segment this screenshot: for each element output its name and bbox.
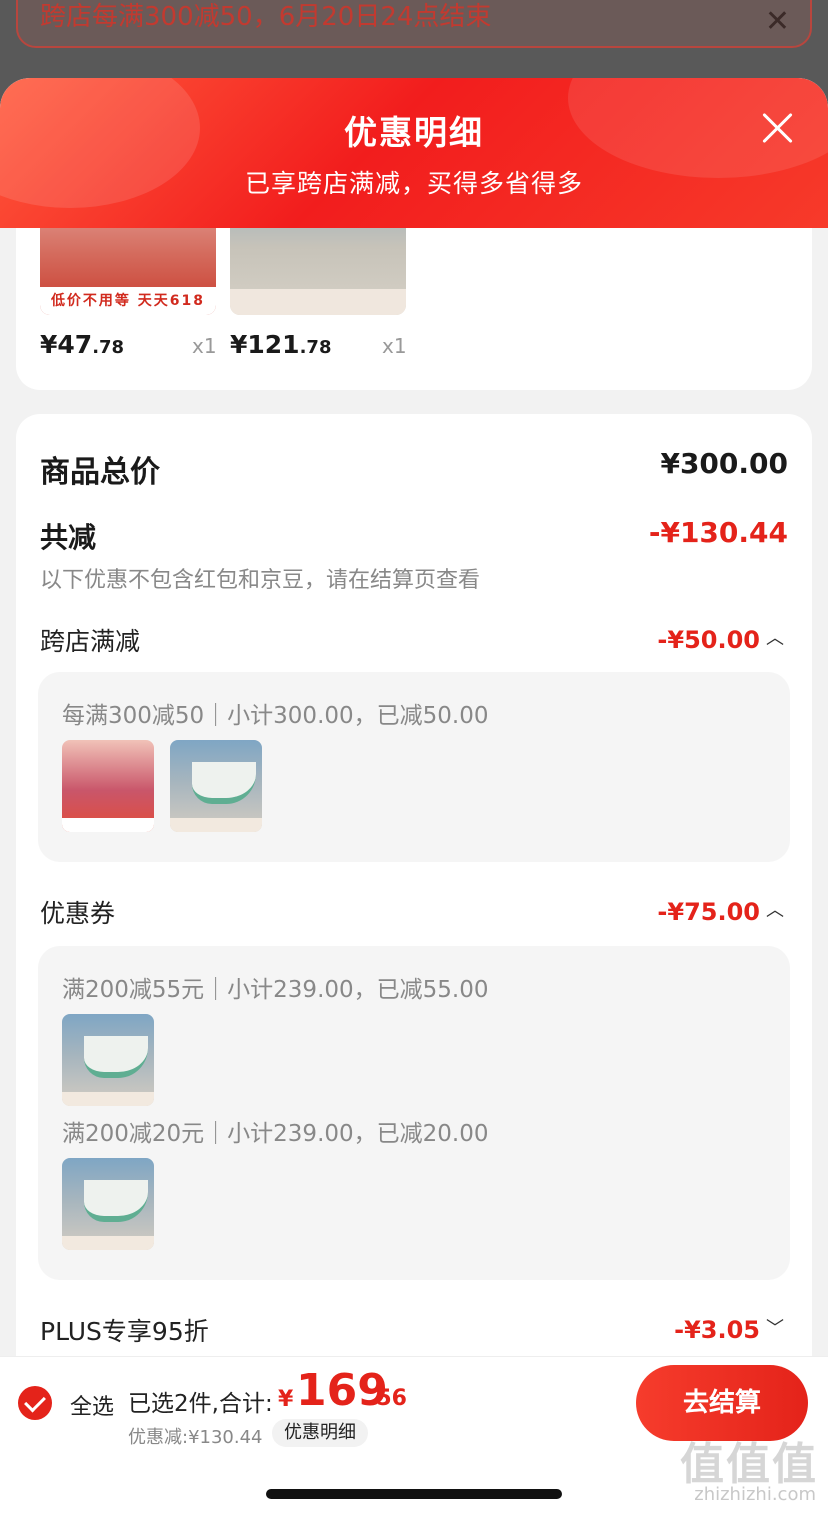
watermark-url: zhizhizhi.com — [694, 1484, 816, 1505]
product-qty-2: x1 — [382, 334, 407, 358]
selected-count-text: 已选2件,合计: — [128, 1391, 273, 1417]
discount-summary-text: 优惠减:¥130.44 — [128, 1427, 263, 1448]
total-amount-decimal: .56 — [368, 1386, 407, 1411]
price-int: ¥47 — [40, 330, 93, 359]
chevron-up-icon: ︿ — [766, 628, 784, 649]
coupon-value: -¥75.00 — [657, 898, 760, 926]
coupon-label: 优惠券 — [40, 899, 116, 928]
discount-detail-sheet: 低价不用等 天天618 ¥47.78 x1 ¥121.78 x1 商品总价 ¥3… — [0, 78, 828, 1514]
coupon-detail-line-1: 满200减55元｜小计239.00，已减55.00 — [62, 977, 489, 1003]
cross-store-toggle[interactable]: -¥50.00 ︿ — [657, 624, 784, 654]
home-indicator — [266, 1489, 562, 1499]
coupon-detail-box: 满200减55元｜小计239.00，已减55.00 满200减20元｜小计239… — [38, 946, 790, 1280]
cross-store-detail-line: 每满300减50｜小计300.00，已减50.00 — [62, 703, 489, 729]
coupon-toggle[interactable]: -¥75.00 ︿ — [657, 896, 784, 926]
sheet-title: 优惠明细 — [344, 113, 484, 152]
total-reduce-value: -¥130.44 — [648, 516, 788, 549]
product-thumbnail-2-strip — [230, 289, 406, 315]
background-close-icon: ✕ — [764, 4, 790, 39]
product-price-2: ¥121.78 — [230, 330, 331, 359]
chevron-up-icon: ︿ — [766, 900, 784, 921]
cross-store-value: -¥50.00 — [657, 626, 760, 654]
total-price-label: 商品总价 — [40, 455, 160, 490]
plus-discount-toggle[interactable]: -¥3.05 ﹀ — [674, 1314, 784, 1344]
product-thumbnail-1-strip: 低价不用等 天天618 — [40, 287, 216, 315]
sheet-subtitle: 已享跨店满减，买得多省得多 — [244, 169, 583, 198]
cross-store-detail-box: 每满300减50｜小计300.00，已减50.00 — [38, 672, 790, 862]
background-promo-banner: 跨店每满300减50，6月20日24点结束 ✕ — [16, 0, 812, 48]
cross-store-item-2[interactable] — [170, 740, 262, 832]
total-reduce-label: 共减 — [40, 521, 97, 554]
cross-store-item-1[interactable] — [62, 740, 154, 832]
coupon-item-1[interactable] — [62, 1014, 154, 1106]
close-icon[interactable] — [758, 108, 798, 148]
product-price-1: ¥47.78 — [40, 330, 124, 359]
sheet-header: 优惠明细 已享跨店满减，买得多省得多 — [0, 78, 828, 228]
cross-store-label: 跨店满减 — [40, 627, 141, 656]
plus-discount-value: -¥3.05 — [674, 1316, 760, 1344]
price-dec: .78 — [92, 337, 125, 358]
price-dec: .78 — [299, 337, 332, 358]
discount-note: 以下优惠不包含红包和京豆，请在结算页查看 — [40, 568, 481, 593]
coupon-detail-line-2: 满200减20元｜小计239.00，已减20.00 — [62, 1121, 489, 1147]
price-summary-card: 商品总价 ¥300.00 共减 -¥130.44 以下优惠不包含红包和京豆，请在… — [16, 414, 812, 1514]
price-int: ¥121 — [230, 330, 300, 359]
product-qty-1: x1 — [192, 334, 217, 358]
watermark-logo: 值值值 — [680, 1439, 818, 1490]
chevron-down-icon: ﹀ — [766, 1318, 784, 1339]
background-banner-text: 跨店每满300减50，6月20日24点结束 — [40, 1, 492, 32]
select-all-checkbox[interactable] — [18, 1386, 52, 1420]
coupon-item-2[interactable] — [62, 1158, 154, 1250]
select-all-label[interactable]: 全选 — [70, 1389, 114, 1421]
total-price-value: ¥300.00 — [660, 447, 788, 480]
discount-detail-button[interactable]: 优惠明细 — [272, 1419, 368, 1447]
total-currency-symbol: ¥ — [278, 1387, 294, 1412]
plus-discount-label: PLUS专享95折 — [40, 1317, 209, 1346]
